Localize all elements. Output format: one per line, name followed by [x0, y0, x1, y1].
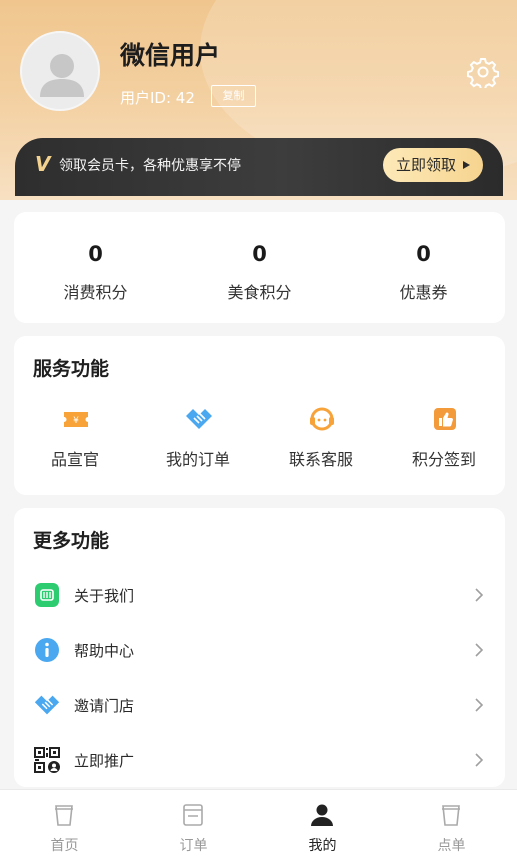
- tab-label: 订单: [179, 838, 208, 854]
- services-card: 服务功能 ¥ 品宣官 我的订单 联系客服 积分签到: [14, 336, 505, 495]
- stat-label: 消费积分: [63, 283, 128, 302]
- thumbs-up-icon: [434, 408, 456, 430]
- service-label: 积分签到: [411, 450, 476, 469]
- bottom-tab-bar: 首页 订单 我的 点单: [0, 789, 517, 866]
- claim-button-label: 立即领取: [396, 156, 457, 174]
- menu-label: 立即推广: [74, 752, 135, 770]
- user-id: 用户ID: 42: [120, 89, 195, 107]
- stat-value: 0: [416, 242, 431, 266]
- tab-label: 点单: [437, 838, 466, 854]
- vip-banner[interactable]: V 领取会员卡，各种优惠享不停 立即领取: [15, 138, 503, 196]
- service-label: 联系客服: [288, 450, 353, 469]
- tab-label: 首页: [50, 838, 79, 854]
- menu-label: 帮助中心: [74, 642, 135, 660]
- menu-label: 关于我们: [74, 587, 135, 605]
- headset-icon: [310, 407, 334, 431]
- settings-gear-icon[interactable]: [466, 56, 500, 91]
- default-avatar-icon: [40, 54, 84, 97]
- service-customer-support[interactable]: 联系客服: [260, 404, 382, 474]
- stat-coupons[interactable]: 0 优惠券: [342, 212, 505, 323]
- tab-order-menu[interactable]: 点单: [387, 790, 516, 866]
- service-label: 品宣官: [50, 450, 99, 469]
- more-functions-card: 更多功能 关于我们 帮助中心 邀请门店 立即推广: [14, 508, 505, 787]
- stat-label: 美食积分: [227, 283, 292, 302]
- service-points-checkin[interactable]: 积分签到: [383, 404, 505, 474]
- profile-header: 微信用户 用户ID: 42 复制 V 领取会员卡，各种优惠享不停 立即领取: [0, 0, 517, 200]
- points-summary-card: 0 消费积分 0 美食积分 0 优惠券: [14, 212, 505, 323]
- chevron-right-icon: [475, 698, 484, 712]
- stat-consumption-points[interactable]: 0 消费积分: [14, 212, 177, 323]
- info-icon: [35, 638, 59, 662]
- chevron-right-icon: [475, 753, 484, 767]
- service-label: 我的订单: [165, 450, 230, 469]
- stat-label: 优惠券: [399, 283, 448, 302]
- handshake-icon: [34, 695, 60, 715]
- user-icon: [311, 804, 333, 826]
- vip-logo-icon: V: [35, 152, 51, 176]
- menu-row-invite-store[interactable]: 邀请门店: [14, 678, 505, 733]
- handshake-icon: [186, 409, 212, 429]
- tab-mine[interactable]: 我的: [258, 790, 387, 866]
- avatar[interactable]: [20, 31, 100, 111]
- services-title: 服务功能: [33, 358, 110, 380]
- cup-icon: [55, 805, 73, 826]
- chevron-right-icon: [475, 643, 484, 657]
- menu-label: 邀请门店: [74, 697, 135, 715]
- menu-row-about-us[interactable]: 关于我们: [14, 568, 505, 623]
- menu-row-promote-now[interactable]: 立即推广: [14, 733, 505, 788]
- user-name: 微信用户: [120, 41, 221, 70]
- stat-value: 0: [88, 242, 103, 266]
- tab-orders[interactable]: 订单: [129, 790, 258, 866]
- copy-id-button[interactable]: 复制: [211, 85, 256, 107]
- service-my-orders[interactable]: 我的订单: [137, 404, 259, 474]
- play-arrow-icon: [463, 161, 470, 169]
- tab-home[interactable]: 首页: [0, 790, 129, 866]
- stat-food-points[interactable]: 0 美食积分: [178, 212, 341, 323]
- cup-icon: [442, 805, 460, 826]
- qrcode-icon: [34, 747, 60, 773]
- tab-label: 我的: [308, 838, 337, 854]
- stat-value: 0: [252, 242, 267, 266]
- service-brand-ambassador[interactable]: ¥ 品宣官: [14, 404, 136, 474]
- order-icon: [183, 804, 203, 826]
- ticket-icon: ¥: [64, 412, 88, 427]
- claim-membership-button[interactable]: 立即领取: [383, 148, 483, 182]
- svg-text:¥: ¥: [73, 416, 79, 426]
- menu-row-help-center[interactable]: 帮助中心: [14, 623, 505, 678]
- chat-icon: [35, 583, 59, 607]
- vip-promo-text: 领取会员卡，各种优惠享不停: [59, 158, 241, 174]
- chevron-right-icon: [475, 588, 484, 602]
- more-functions-title: 更多功能: [33, 530, 110, 552]
